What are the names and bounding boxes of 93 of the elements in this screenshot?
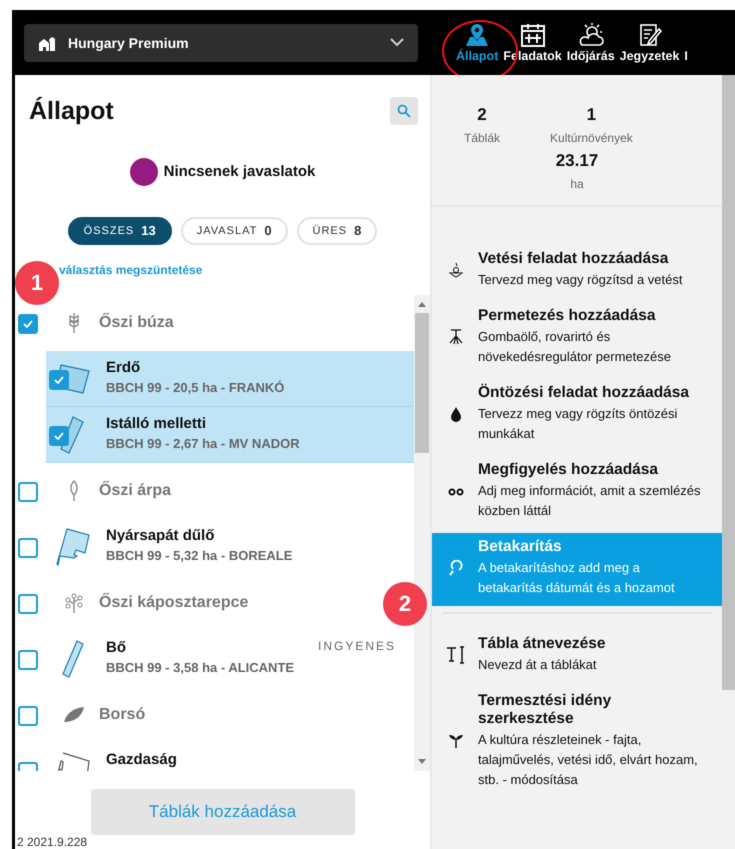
action-title: Öntözési feladat hozzáadása: [478, 384, 690, 402]
pea-pod-icon: [63, 706, 85, 724]
map-pin-icon: [464, 22, 490, 46]
nav-tab[interactable]: Állapot: [456, 22, 498, 62]
sun-cloud-icon: [578, 22, 604, 46]
action-item[interactable]: Megfigyelés hozzáadása Adj meg információt, amit a szemlézés közben láttál: [432, 456, 722, 529]
calendar-icon: [520, 22, 546, 46]
arrow-down-icon[interactable]: [418, 759, 426, 765]
search-icon: [397, 104, 411, 118]
checkbox[interactable]: [18, 538, 38, 558]
field-row[interactable]: Gazdaság: [15, 742, 414, 771]
stat-value: 1: [586, 105, 596, 125]
field-row[interactable]: Istálló melletti BBCH 99 - 2,67 ha - MV NADOR: [46, 406, 414, 463]
search-button[interactable]: [390, 97, 418, 126]
field-details: BBCH 99 - 20,5 ha - FRANKÓ: [106, 380, 286, 395]
field-shape-icon: [55, 750, 91, 771]
action-title: Vetési feladat hozzáadása: [478, 250, 670, 268]
field-details: BBCH 99 - 3,58 ha - ALICANTE: [106, 660, 296, 675]
action-description: Tervezz meg vagy rögzíts öntözési munkákat: [478, 405, 678, 443]
text-cursor-icon: [446, 646, 466, 664]
flower-branch-icon: [64, 592, 84, 614]
crop-name: Őszi árpa: [99, 482, 172, 500]
stat-label: Kultúrnövények: [550, 131, 633, 145]
action-title: Tábla átnevezése: [478, 635, 606, 653]
action-description: A betakarításhoz add meg a betakarítás dátumát és a hozamot: [478, 559, 676, 597]
checkbox[interactable]: [18, 594, 38, 614]
filter-chip[interactable]: ÜRES 8: [296, 216, 378, 245]
checkbox[interactable]: [18, 314, 38, 334]
field-row[interactable]: Erdő BBCH 99 - 20,5 ha - FRANKÓ: [46, 350, 414, 407]
scrollbar[interactable]: [414, 294, 430, 771]
checkmark-icon: [54, 432, 64, 440]
filter-chip[interactable]: JAVASLAT 0: [180, 216, 288, 245]
field-details: BBCH 99 - 2,67 ha - MV NADOR: [106, 436, 301, 451]
drop-icon: [450, 406, 462, 422]
checkbox[interactable]: [18, 706, 38, 726]
checkbox[interactable]: [18, 482, 38, 502]
crop-name: Őszi búza: [99, 314, 174, 332]
nav-tab[interactable]: Időjárás: [566, 22, 615, 62]
stat-label: Táblák: [464, 131, 500, 145]
checkmark-icon: [54, 376, 64, 384]
action-title: Permetezés hozzáadása: [478, 307, 657, 325]
seed-icon: [448, 262, 464, 278]
action-item[interactable]: Permetezés hozzáadása Gombaölő, rovarirtó és növekedésregulátor permetezése: [432, 302, 722, 375]
crop-name: Borsó: [99, 706, 146, 724]
sprout-icon: [448, 733, 464, 749]
annotation-badge: 2: [383, 582, 427, 626]
farm-name: Hungary Premium: [68, 34, 190, 50]
checkbox[interactable]: [49, 426, 69, 446]
action-description: A kultúra részleteinek - fajta, talajművelés, vetési idő, elvárt hozam, stb. - módosítása: [478, 731, 699, 789]
field-name: Gazdaság: [106, 750, 178, 768]
field-row[interactable]: Nyársapát dűlő BBCH 99 - 5,32 ha - BOREALE: [15, 518, 414, 575]
legend-label: Nincsenek javaslatok: [164, 163, 316, 180]
grain-icon: [68, 480, 80, 502]
action-description: Gombaölő, rovarirtó és növekedésregulátor permetezése: [478, 328, 672, 366]
arrow-up-icon[interactable]: [418, 300, 426, 307]
action-item[interactable]: Öntözési feladat hozzáadása Tervezz meg vagy rögzíts öntözési munkákat: [432, 379, 722, 452]
wheat-icon: [68, 312, 80, 334]
nav-tab[interactable]: I: [684, 48, 688, 62]
stat-value: 2: [477, 105, 487, 125]
checkbox[interactable]: [18, 650, 38, 670]
action-title: Betakarítás: [478, 538, 563, 556]
action-description: Tervezd meg vagy rögzítsd a vetést: [478, 271, 682, 289]
panel-title: Állapot: [29, 96, 114, 126]
action-item[interactable]: Vetési feladat hozzáadása Tervezd meg vagy rögzítsd a vetést: [432, 245, 722, 298]
checkbox[interactable]: [49, 370, 69, 390]
checkmark-icon: [23, 320, 33, 328]
binoculars-icon: [448, 486, 464, 496]
chevron-down-icon: [390, 38, 404, 47]
action-description: Adj meg információt, amit a szemlézés közben láttál: [478, 482, 702, 520]
farm-icon: [38, 34, 56, 50]
action-item[interactable]: Tábla átnevezése Nevezd át a táblákat: [432, 630, 722, 683]
stat-label: ha: [570, 177, 584, 191]
field-name: Istálló melletti: [106, 414, 208, 432]
action-title: Megfigyelés hozzáadása: [478, 461, 660, 479]
action-description: Nevezd át a táblákat: [478, 656, 598, 674]
action-title: Termesztési idény szerkesztése: [478, 692, 612, 728]
sickle-icon: [448, 560, 464, 576]
field-name: Nyársapát dűlő: [106, 526, 216, 544]
farm-selector[interactable]: Hungary Premium: [24, 24, 418, 62]
filter-chip[interactable]: ÖSSZES 13: [68, 216, 172, 245]
field-row[interactable]: Bő BBCH 99 - 3,58 ha - ALICANTE INGYENES: [15, 630, 414, 687]
field-name: Bő: [106, 638, 127, 656]
plan-label: INGYENES: [318, 638, 396, 653]
sprayer-icon: [448, 329, 464, 345]
annotation-badge: 1: [15, 261, 59, 305]
action-item[interactable]: Termesztési idény szerkesztése A kultúra részleteinek - fajta, talajművelés, vetési idő, elvárt hozam, stb. - módosítása: [432, 687, 722, 798]
crop-name: Őszi káposztarepce: [99, 594, 248, 612]
field-shape-icon: [55, 526, 91, 567]
stat-value: 23.17: [556, 151, 598, 171]
version-label: 2 2021.9.228: [15, 835, 90, 849]
field-name: Erdő: [106, 358, 142, 376]
field-details: BBCH 99 - 5,32 ha - BOREALE: [106, 548, 294, 563]
nav-tab[interactable]: Jegyzetek: [620, 22, 680, 62]
